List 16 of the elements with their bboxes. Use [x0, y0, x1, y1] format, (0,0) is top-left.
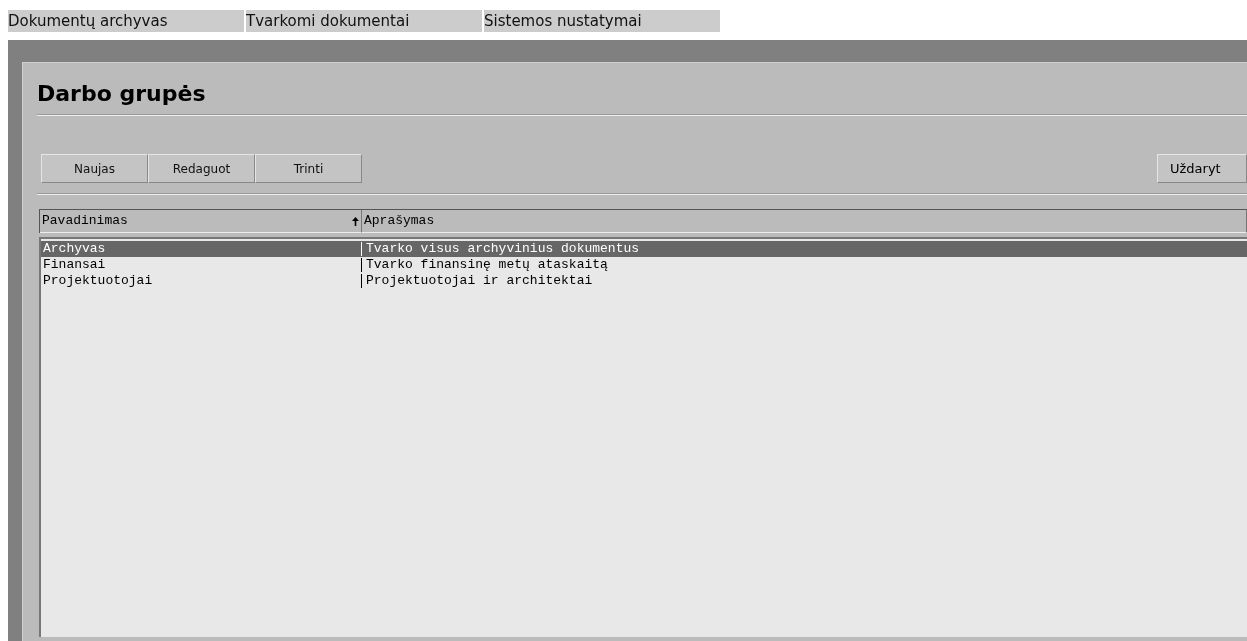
table-cell: Projektuotojai ir architektai: [361, 274, 1247, 288]
toolbar-button[interactable]: Naujas: [41, 154, 148, 183]
menu-tab[interactable]: Dokumentų archyvas: [8, 10, 244, 32]
column-header[interactable]: Pavadinimas: [42, 211, 128, 231]
table-cell: Tvarko finansinę metų ataskaitą: [361, 258, 1247, 272]
page-title: Darbo grupės: [37, 80, 207, 108]
table-cell: Tvarko visus archyvinius dokumentus: [361, 242, 1247, 256]
menu-tab[interactable]: Sistemos nustatymai: [484, 10, 720, 32]
table-cell-text: Finansai: [42, 258, 107, 272]
table-cell-text: Projektuotojai: [42, 274, 154, 288]
column-header[interactable]: Aprašymas: [362, 210, 1247, 233]
close-button[interactable]: Uždaryt: [1157, 154, 1247, 183]
menu-tab[interactable]: Tvarkomi dokumentai: [246, 10, 482, 32]
toolbar-button[interactable]: Redaguot: [148, 154, 255, 183]
toolbar-button[interactable]: Trinti: [255, 154, 362, 183]
table-cell-text: Archyvas: [42, 242, 107, 256]
